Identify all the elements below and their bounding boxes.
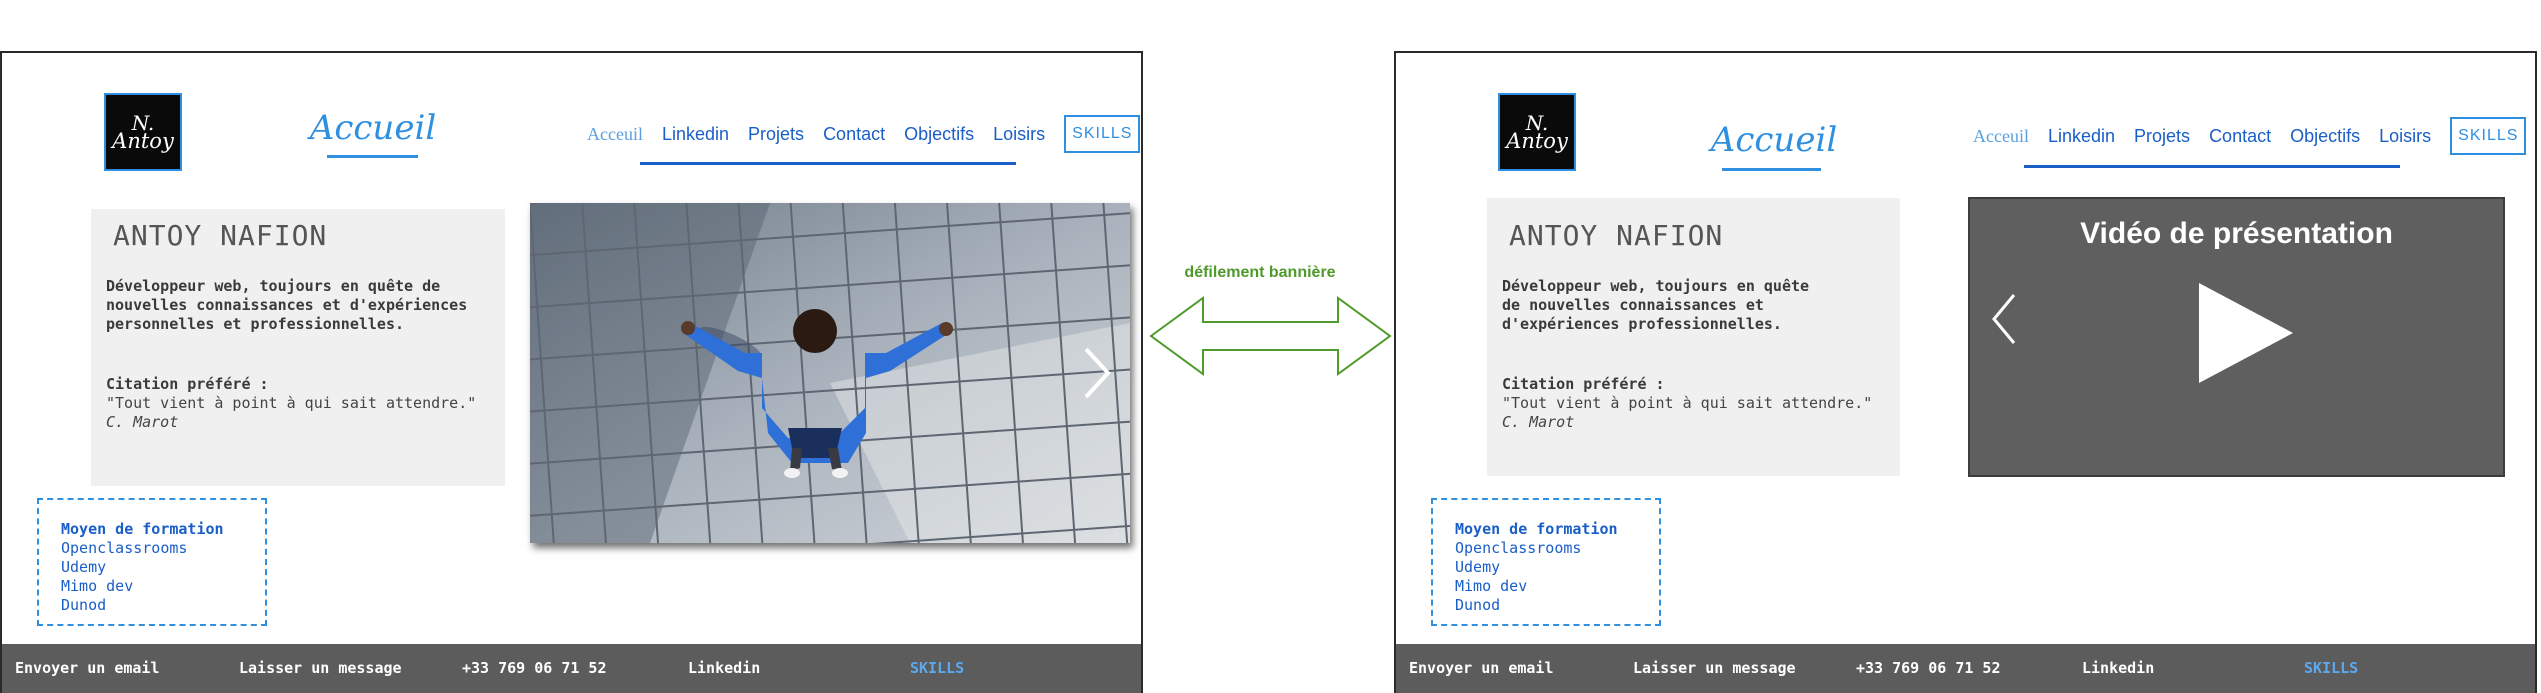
banner-photo (530, 203, 1130, 543)
mockup-home-video: N. Antoy Accueil Acceuil Linkedin Projet… (1394, 51, 2537, 693)
footer-phone[interactable]: +33 769 06 71 52 (1856, 659, 2001, 677)
training-title: Moyen de formation (61, 520, 224, 538)
logo-line-2: Antoy (1506, 128, 1568, 153)
footer-linkedin-link[interactable]: Linkedin (688, 659, 760, 677)
page-title: Accueil (309, 108, 437, 148)
nav-skills-button[interactable]: SKILLS (1064, 115, 1141, 153)
title-underline (1722, 168, 1821, 171)
profile-name: ANTOY NAFION (113, 219, 328, 252)
training-item-dunod[interactable]: Dunod (1455, 596, 1659, 615)
nav-item-linkedin[interactable]: Linkedin (2048, 126, 2115, 147)
training-item-udemy[interactable]: Udemy (1455, 558, 1659, 577)
nav-item-acceuil[interactable]: Acceuil (1973, 126, 2029, 147)
nav-item-objectifs[interactable]: Objectifs (904, 124, 974, 145)
training-box: Moyen de formation Openclassrooms Udemy … (1431, 498, 1661, 626)
footer-skills-link[interactable]: SKILLS (2304, 659, 2358, 677)
nav-item-projets[interactable]: Projets (2134, 126, 2190, 147)
main-nav: Acceuil Linkedin Projets Contact Objecti… (1973, 117, 2527, 155)
training-item-openclassrooms[interactable]: Openclassrooms (1455, 539, 1659, 558)
logo[interactable]: N. Antoy (1498, 93, 1576, 171)
nav-underline (2024, 165, 2400, 168)
annotation-label: défilement bannière (1184, 264, 1336, 281)
nav-item-projets[interactable]: Projets (748, 124, 804, 145)
training-item-openclassrooms[interactable]: Openclassrooms (61, 539, 265, 558)
page-title: Accueil (1710, 120, 1838, 160)
quote-author: C. Marot (106, 413, 179, 431)
banner-next-chevron-icon[interactable] (1076, 343, 1116, 403)
banner-photo-illustration (530, 203, 1130, 543)
training-item-udemy[interactable]: Udemy (61, 558, 265, 577)
footer-message-link[interactable]: Laisser un message (1633, 659, 1796, 677)
training-item-dunod[interactable]: Dunod (61, 596, 265, 615)
quote-text: "Tout vient à point à qui sait attendre.… (106, 394, 477, 412)
profile-name: ANTOY NAFION (1509, 219, 1724, 252)
logo-line-2: Antoy (112, 128, 174, 153)
double-arrow-icon (1149, 296, 1392, 376)
mockup-home-banner: N. Antoy Accueil Acceuil Linkedin Projet… (0, 51, 1143, 693)
nav-underline (640, 162, 1016, 165)
nav-item-linkedin[interactable]: Linkedin (662, 124, 729, 145)
nav-skills-button[interactable]: SKILLS (2450, 117, 2527, 155)
footer: Envoyer un email Laisser un message +33 … (1396, 644, 2535, 693)
title-underline (327, 155, 418, 158)
footer-email-link[interactable]: Envoyer un email (1409, 659, 1554, 677)
main-nav: Acceuil Linkedin Projets Contact Objecti… (587, 115, 1141, 153)
quote-title: Citation préféré : (1502, 375, 1665, 393)
nav-item-contact[interactable]: Contact (2209, 126, 2271, 147)
video-prev-chevron-icon[interactable] (1986, 289, 2022, 349)
video-title: Vidéo de présentation (2080, 217, 2393, 250)
quote-author: C. Marot (1502, 413, 1575, 431)
play-icon[interactable] (2196, 281, 2296, 385)
footer-phone[interactable]: +33 769 06 71 52 (462, 659, 607, 677)
footer-message-link[interactable]: Laisser un message (239, 659, 402, 677)
training-title: Moyen de formation (1455, 520, 1618, 538)
footer-skills-link[interactable]: SKILLS (910, 659, 964, 677)
training-item-mimo-dev[interactable]: Mimo dev (1455, 577, 1659, 596)
training-box: Moyen de formation Openclassrooms Udemy … (37, 498, 267, 626)
quote-title: Citation préféré : (106, 375, 269, 393)
training-item-mimo-dev[interactable]: Mimo dev (61, 577, 265, 596)
logo[interactable]: N. Antoy (104, 93, 182, 171)
video-panel[interactable]: Vidéo de présentation (1968, 197, 2505, 477)
nav-item-loisirs[interactable]: Loisirs (993, 124, 1045, 145)
profile-card: ANTOY NAFION Développeur web, toujours e… (1487, 198, 1900, 476)
profile-description: Développeur web, toujours en quête de no… (106, 277, 468, 333)
footer-linkedin-link[interactable]: Linkedin (2082, 659, 2154, 677)
nav-item-objectifs[interactable]: Objectifs (2290, 126, 2360, 147)
profile-description: Développeur web, toujours en quête de no… (1502, 277, 1810, 333)
footer-email-link[interactable]: Envoyer un email (15, 659, 160, 677)
nav-item-contact[interactable]: Contact (823, 124, 885, 145)
nav-item-acceuil[interactable]: Acceuil (587, 124, 643, 145)
quote-text: "Tout vient à point à qui sait attendre.… (1502, 394, 1873, 412)
profile-card: ANTOY NAFION Développeur web, toujours e… (91, 209, 505, 486)
nav-item-loisirs[interactable]: Loisirs (2379, 126, 2431, 147)
footer: Envoyer un email Laisser un message +33 … (2, 644, 1141, 693)
